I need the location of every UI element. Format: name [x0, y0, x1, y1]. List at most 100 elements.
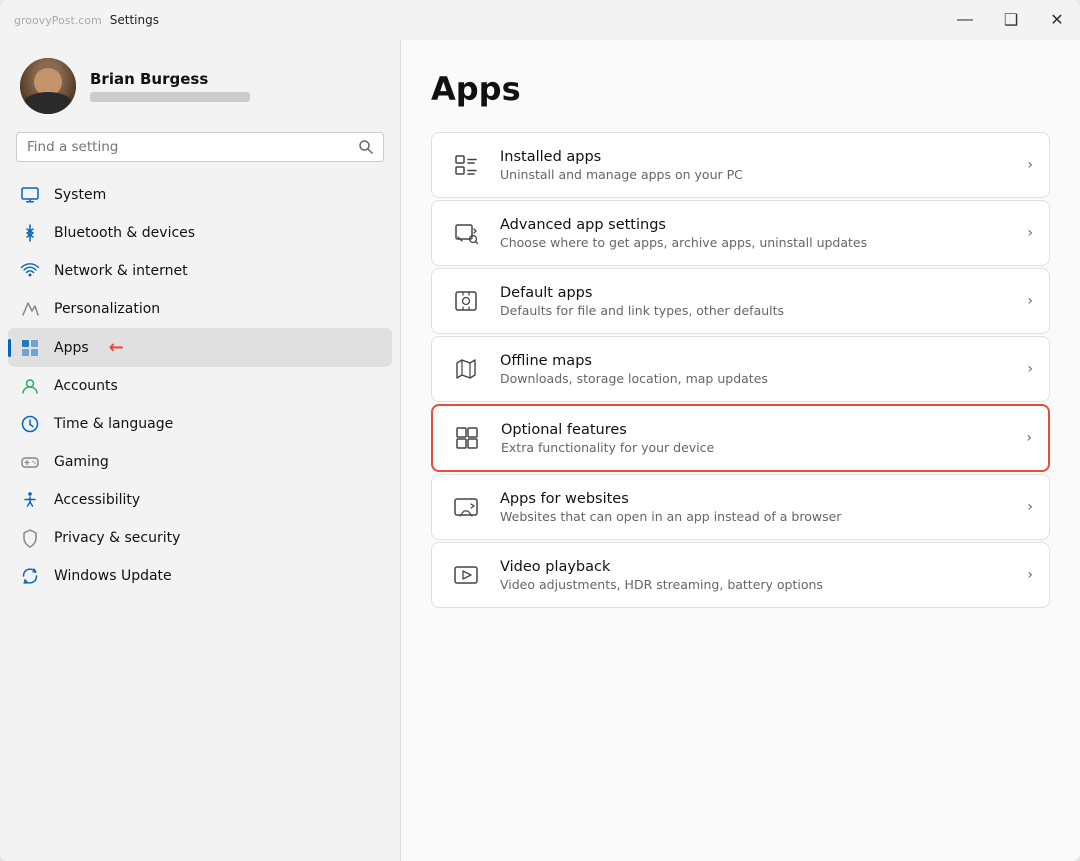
default-apps-icon: [448, 283, 484, 319]
setting-item-installed-apps[interactable]: Installed apps Uninstall and manage apps…: [431, 132, 1050, 198]
avatar-image: [20, 58, 76, 114]
optional-features-title: Optional features: [501, 422, 1010, 438]
gaming-icon: [20, 452, 40, 472]
setting-item-optional-features[interactable]: Optional features Extra functionality fo…: [431, 404, 1050, 472]
setting-item-advanced-app-settings[interactable]: Advanced app settings Choose where to ge…: [431, 200, 1050, 266]
optional-features-desc: Extra functionality for your device: [501, 440, 1010, 455]
installed-apps-text: Installed apps Uninstall and manage apps…: [500, 149, 1011, 182]
setting-item-apps-for-websites[interactable]: Apps for websites Websites that can open…: [431, 474, 1050, 540]
advanced-app-settings-desc: Choose where to get apps, archive apps, …: [500, 235, 1011, 250]
user-profile: Brian Burgess: [0, 40, 400, 132]
sidebar-item-gaming[interactable]: Gaming: [8, 443, 392, 481]
maximize-button[interactable]: ❑: [988, 0, 1034, 40]
chevron-icon: ›: [1027, 157, 1033, 173]
time-icon: [20, 414, 40, 434]
update-icon: [20, 566, 40, 586]
titlebar: groovyPost.com Settings — ❑ ✕: [0, 0, 1080, 40]
sidebar-item-privacy[interactable]: Privacy & security: [8, 519, 392, 557]
settings-window: groovyPost.com Settings — ❑ ✕ Brian Burg…: [0, 0, 1080, 861]
sidebar-item-label-time: Time & language: [54, 416, 173, 432]
system-icon: [20, 185, 40, 205]
user-email-bar: [90, 92, 250, 102]
apps-icon: [20, 338, 40, 358]
video-playback-desc: Video adjustments, HDR streaming, batter…: [500, 577, 1011, 592]
advanced-app-settings-title: Advanced app settings: [500, 217, 1011, 233]
video-playback-text: Video playback Video adjustments, HDR st…: [500, 559, 1011, 592]
active-indicator: [8, 339, 11, 357]
installed-apps-title: Installed apps: [500, 149, 1011, 165]
offline-maps-title: Offline maps: [500, 353, 1011, 369]
sidebar-item-accessibility[interactable]: Accessibility: [8, 481, 392, 519]
nav-items: System Bluetooth & devices Network & int…: [0, 172, 400, 599]
active-arrow: ←: [109, 337, 124, 358]
sidebar-item-label-privacy: Privacy & security: [54, 530, 180, 546]
chevron-icon: ›: [1027, 293, 1033, 309]
main-content: Brian Burgess: [0, 40, 1080, 861]
content-area: Apps Installed apps Uninstall and manage…: [400, 40, 1080, 861]
setting-item-offline-maps[interactable]: Offline maps Downloads, storage location…: [431, 336, 1050, 402]
sidebar-item-label-accessibility: Accessibility: [54, 492, 140, 508]
avatar: [20, 58, 76, 114]
sidebar-item-bluetooth[interactable]: Bluetooth & devices: [8, 214, 392, 252]
advanced-app-settings-text: Advanced app settings Choose where to ge…: [500, 217, 1011, 250]
privacy-icon: [20, 528, 40, 548]
sidebar-item-apps[interactable]: Apps ←: [8, 328, 392, 367]
installed-apps-icon: [448, 147, 484, 183]
sidebar-item-system[interactable]: System: [8, 176, 392, 214]
video-playback-title: Video playback: [500, 559, 1011, 575]
search-input[interactable]: [27, 139, 351, 155]
minimize-button[interactable]: —: [942, 0, 988, 40]
default-apps-text: Default apps Defaults for file and link …: [500, 285, 1011, 318]
setting-item-video-playback[interactable]: Video playback Video adjustments, HDR st…: [431, 542, 1050, 608]
apps-for-websites-title: Apps for websites: [500, 491, 1011, 507]
sidebar-item-network[interactable]: Network & internet: [8, 252, 392, 290]
sidebar-item-label-bluetooth: Bluetooth & devices: [54, 225, 195, 241]
offline-maps-text: Offline maps Downloads, storage location…: [500, 353, 1011, 386]
offline-maps-desc: Downloads, storage location, map updates: [500, 371, 1011, 386]
user-name: Brian Burgess: [90, 70, 250, 88]
sidebar-item-label-apps: Apps: [54, 340, 89, 356]
sidebar: Brian Burgess: [0, 40, 400, 861]
sidebar-item-label-personalization: Personalization: [54, 301, 160, 317]
accounts-icon: [20, 376, 40, 396]
sidebar-item-label-accounts: Accounts: [54, 378, 118, 394]
video-playback-icon: [448, 557, 484, 593]
user-info: Brian Burgess: [90, 70, 250, 102]
personalization-icon: [20, 299, 40, 319]
apps-for-websites-icon: [448, 489, 484, 525]
default-apps-desc: Defaults for file and link types, other …: [500, 303, 1011, 318]
chevron-icon: ›: [1027, 499, 1033, 515]
setting-item-default-apps[interactable]: Default apps Defaults for file and link …: [431, 268, 1050, 334]
titlebar-left: groovyPost.com Settings: [14, 13, 159, 27]
search-box[interactable]: [16, 132, 384, 162]
network-icon: [20, 261, 40, 281]
sidebar-item-personalization[interactable]: Personalization: [8, 290, 392, 328]
bluetooth-icon: [20, 223, 40, 243]
sidebar-item-time[interactable]: Time & language: [8, 405, 392, 443]
close-button[interactable]: ✕: [1034, 0, 1080, 40]
accessibility-icon: [20, 490, 40, 510]
chevron-icon: ›: [1027, 225, 1033, 241]
offline-maps-icon: [448, 351, 484, 387]
chevron-icon: ›: [1026, 430, 1032, 446]
window-controls: — ❑ ✕: [942, 0, 1080, 40]
chevron-icon: ›: [1027, 567, 1033, 583]
sidebar-item-update[interactable]: Windows Update: [8, 557, 392, 595]
sidebar-item-label-network: Network & internet: [54, 263, 188, 279]
search-container: [0, 132, 400, 172]
sidebar-item-label-gaming: Gaming: [54, 454, 109, 470]
installed-apps-desc: Uninstall and manage apps on your PC: [500, 167, 1011, 182]
optional-features-icon: [449, 420, 485, 456]
apps-for-websites-desc: Websites that can open in an app instead…: [500, 509, 1011, 524]
settings-list: Installed apps Uninstall and manage apps…: [431, 132, 1050, 608]
sidebar-item-accounts[interactable]: Accounts: [8, 367, 392, 405]
sidebar-item-label-update: Windows Update: [54, 568, 172, 584]
page-title: Apps: [431, 70, 1050, 108]
sidebar-item-label-system: System: [54, 187, 106, 203]
advanced-app-settings-icon: [448, 215, 484, 251]
default-apps-title: Default apps: [500, 285, 1011, 301]
search-icon: [359, 140, 373, 154]
optional-features-text: Optional features Extra functionality fo…: [501, 422, 1010, 455]
apps-for-websites-text: Apps for websites Websites that can open…: [500, 491, 1011, 524]
watermark: groovyPost.com: [14, 14, 102, 27]
